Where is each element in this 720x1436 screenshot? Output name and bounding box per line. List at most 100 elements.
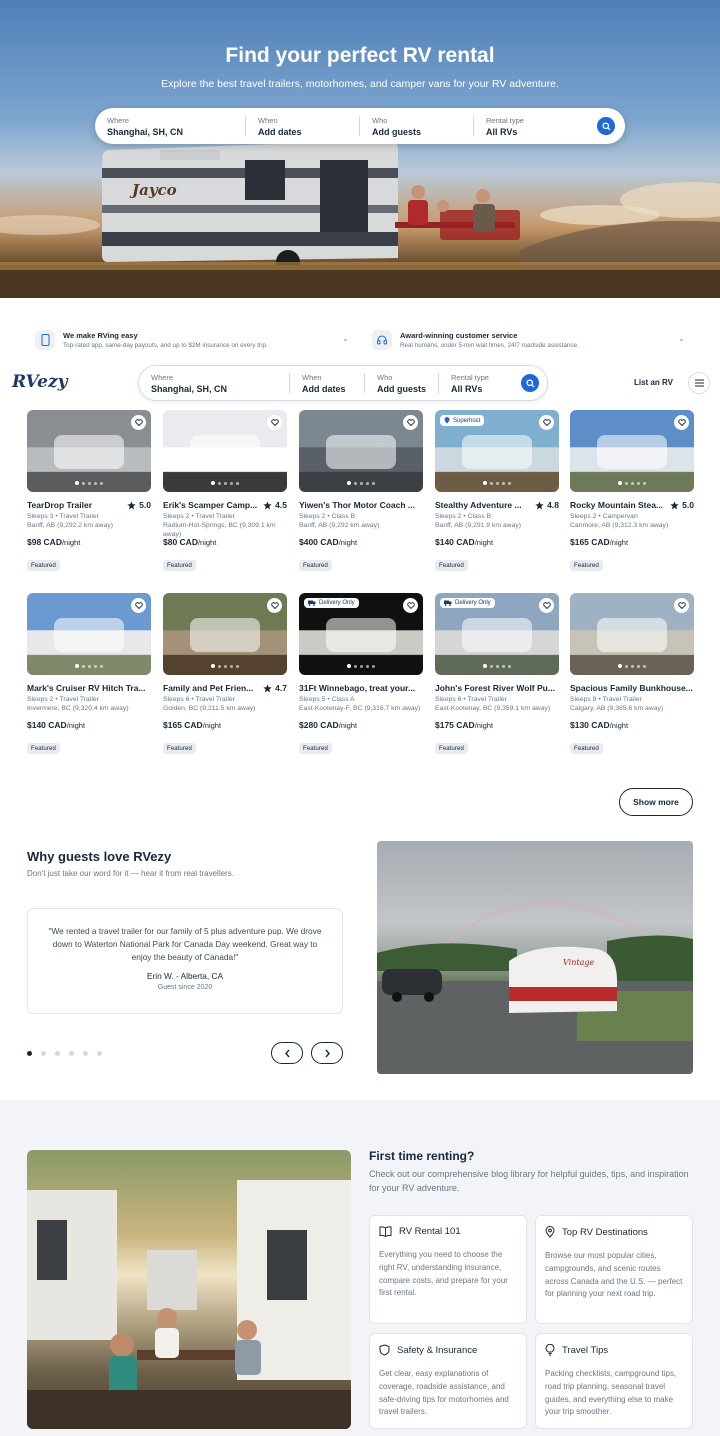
rental-type-label: Rental type	[486, 115, 524, 125]
favorite-button[interactable]	[131, 598, 146, 613]
featured-tag: Featured	[27, 742, 60, 754]
chevron-down-icon[interactable]: ▾	[680, 337, 683, 344]
pagination-dot[interactable]	[97, 1051, 102, 1056]
listing-card[interactable]: Spacious Family Bunkhouse... Sleeps 8 • T…	[570, 593, 694, 755]
star-icon	[535, 500, 544, 509]
listing-photo[interactable]	[570, 593, 694, 675]
listing-price: $280 CAD/night	[299, 720, 423, 730]
listing-card[interactable]: Erik's Scamper Camp... 4.5 Sleeps 2 • Trav…	[163, 410, 287, 572]
listing-title[interactable]: Spacious Family Bunkhouse...	[570, 683, 694, 693]
search-icon	[601, 121, 611, 131]
favorite-button[interactable]	[403, 598, 418, 613]
rating-value: 4.8	[547, 500, 559, 510]
listing-title[interactable]: Mark's Cruiser RV Hitch Tra...	[27, 683, 151, 693]
favorite-button[interactable]	[674, 598, 689, 613]
rating-value: 5.0	[682, 500, 694, 510]
listing-badge: Delivery Only	[440, 598, 495, 608]
price-value: $130 CAD	[570, 719, 610, 730]
where-field[interactable]: Where Shanghai, SH, CN	[95, 114, 245, 138]
listing-title[interactable]: Erik's Scamper Camp...	[163, 500, 259, 510]
menu-button[interactable]	[688, 372, 710, 394]
pagination-dot[interactable]	[55, 1051, 60, 1056]
search-button[interactable]	[597, 117, 615, 135]
pagination-dot[interactable]	[69, 1051, 74, 1056]
listing-title[interactable]: Rocky Mountain Stea...	[570, 500, 666, 510]
heart-icon	[134, 419, 143, 426]
listing-card[interactable]: Family and Pet Frien... 4.7 Sleeps 6 • Tra…	[163, 593, 287, 755]
photo-carousel-dots	[570, 664, 694, 668]
listing-photo[interactable]	[570, 410, 694, 492]
favorite-button[interactable]	[403, 415, 418, 430]
listing-photo[interactable]: Delivery Only	[299, 593, 423, 675]
rv-shape	[54, 617, 124, 653]
blog-card-travel-tips[interactable]: Travel Tips Packing checklists, campgrou…	[535, 1333, 693, 1429]
shield-icon	[379, 1344, 390, 1356]
favorite-button[interactable]	[267, 598, 282, 613]
listing-title[interactable]: Family and Pet Frien...	[163, 683, 259, 693]
show-more-button[interactable]: Show more	[619, 788, 693, 816]
who-field[interactable]: Who Add guests	[365, 371, 438, 395]
list-an-rv-link[interactable]: List an RV	[634, 378, 673, 387]
blog-card-top-rv-destinations[interactable]: Top RV Destinations Browse our most popu…	[535, 1215, 693, 1324]
who-field[interactable]: Who Add guests	[360, 114, 473, 138]
listing-price: $175 CAD/night	[435, 720, 559, 730]
listing-card[interactable]: TearDrop Trailer 5.0 Sleeps 3 • Travel Tra…	[27, 410, 151, 572]
favorite-button[interactable]	[131, 415, 146, 430]
feature-desc: Top-rated app, same-day payouts, and up …	[63, 342, 268, 349]
heart-icon	[542, 419, 551, 426]
listing-photo[interactable]	[299, 410, 423, 492]
rating-value: 5.0	[139, 500, 151, 510]
next-review-button[interactable]	[311, 1042, 343, 1064]
price-unit: /night	[338, 537, 358, 547]
photo-carousel-dots	[163, 664, 287, 668]
favorite-button[interactable]	[539, 415, 554, 430]
listing-badge: Delivery Only	[304, 598, 359, 608]
listing-photo[interactable]: Delivery Only	[435, 593, 559, 675]
listing-photo[interactable]	[27, 410, 151, 492]
photo-carousel-dots	[299, 664, 423, 668]
rv-shape	[462, 434, 532, 470]
blog-card-title: Top RV Destinations	[562, 1226, 648, 1238]
listing-card[interactable]: Rocky Mountain Stea... 5.0 Sleeps 2 • Camp…	[570, 410, 694, 572]
rental-type-field[interactable]: Rental type All RVs	[439, 371, 509, 395]
listing-card[interactable]: Mark's Cruiser RV Hitch Tra... Sleeps 2 •…	[27, 593, 151, 755]
listing-card[interactable]: Yiwen's Thor Motor Coach ... Sleeps 2 • C…	[299, 410, 423, 572]
pagination-dot[interactable]	[83, 1051, 88, 1056]
where-field[interactable]: Where Shanghai, SH, CN	[139, 371, 289, 395]
featured-tag: Featured	[570, 742, 603, 754]
review-quote: "We rented a travel trailer for our fami…	[48, 926, 322, 962]
listing-card[interactable]: Delivery Only 31Ft Winnebago, treat your.…	[299, 593, 423, 755]
favorite-button[interactable]	[674, 415, 689, 430]
when-field[interactable]: When Add dates	[246, 114, 359, 138]
listing-photo[interactable]	[27, 593, 151, 675]
listing-photo[interactable]: Superhost	[435, 410, 559, 492]
listing-photo[interactable]	[163, 410, 287, 492]
listing-title[interactable]: TearDrop Trailer	[27, 500, 123, 510]
hero-banner: Jayco Find your perfect RV rental Explor…	[0, 0, 720, 298]
chevron-down-icon[interactable]: ▾	[344, 337, 347, 344]
search-button[interactable]	[521, 374, 539, 392]
listing-title[interactable]: Stealthy Adventure ...	[435, 500, 531, 510]
when-field[interactable]: When Add dates	[290, 371, 364, 395]
rental-type-field[interactable]: Rental type All RVs	[474, 114, 574, 138]
favorite-button[interactable]	[267, 415, 282, 430]
heart-icon	[406, 602, 415, 609]
favorite-button[interactable]	[539, 598, 554, 613]
listing-title[interactable]: John's Forest River Wolf Pu...	[435, 683, 559, 693]
listing-price: $140 CAD/night	[27, 720, 151, 730]
prev-review-button[interactable]	[271, 1042, 303, 1064]
blog-card-rv-rental-101[interactable]: RV Rental 101 Everything you need to cho…	[369, 1215, 527, 1324]
hero-search-bar: Where Shanghai, SH, CN When Add dates Wh…	[95, 108, 625, 144]
listing-card[interactable]: Superhost Stealthy Adventure ... 4.8 Sleeps…	[435, 410, 559, 572]
listing-card[interactable]: Delivery Only John's Forest River Wolf Pu…	[435, 593, 559, 755]
pagination-dot[interactable]	[27, 1051, 32, 1056]
rvezy-logo[interactable]: RVezy	[12, 372, 68, 392]
pagination-dot[interactable]	[41, 1051, 46, 1056]
blog-card-safety-insurance[interactable]: Safety & Insurance Get clear, easy expla…	[369, 1333, 527, 1429]
listing-sleeps: Sleeps 6 • Travel Trailer	[435, 696, 507, 703]
listing-rating: 4.8	[535, 500, 559, 510]
listing-photo[interactable]	[163, 593, 287, 675]
listing-location: Banff, AB (9,291.9 km away)	[435, 521, 522, 529]
listing-title[interactable]: Yiwen's Thor Motor Coach ...	[299, 500, 423, 510]
listing-title[interactable]: 31Ft Winnebago, treat your...	[299, 683, 423, 693]
